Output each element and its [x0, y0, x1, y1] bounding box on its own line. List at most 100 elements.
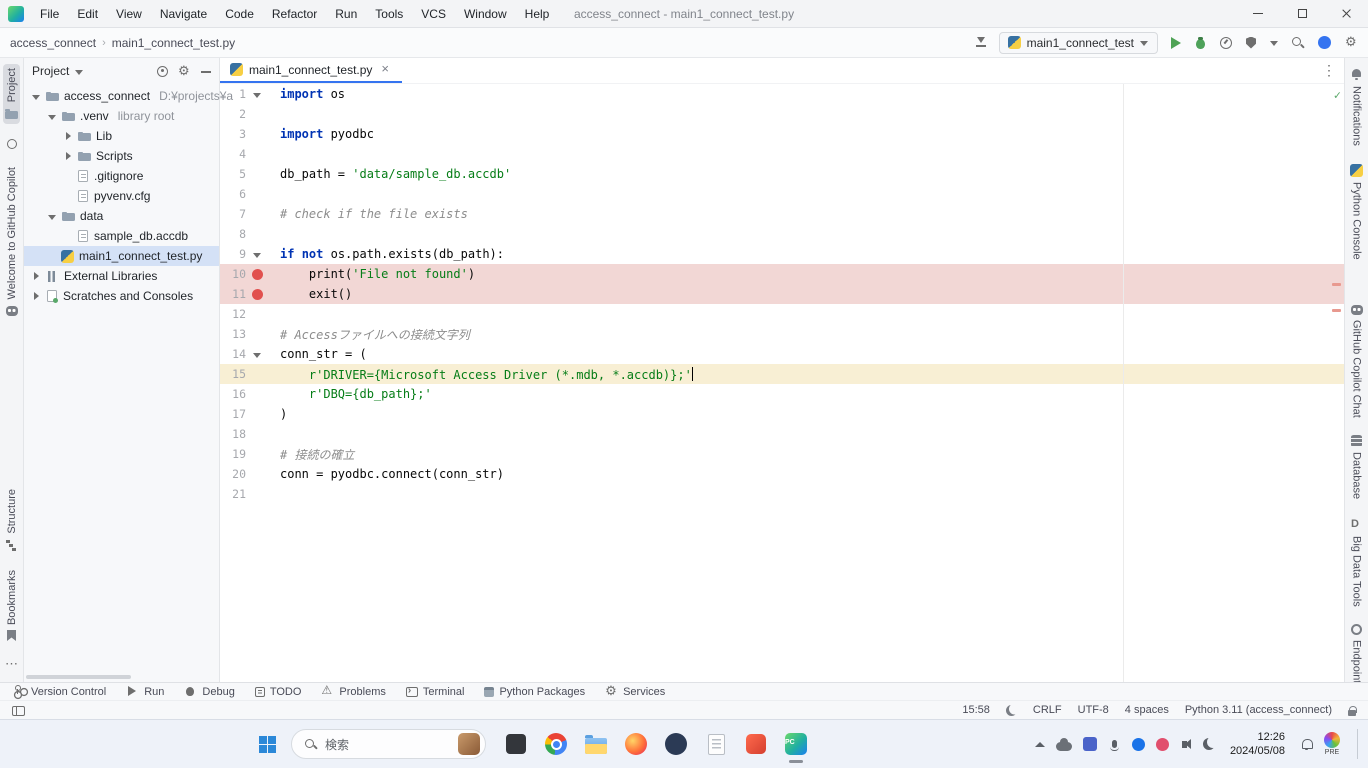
- cloud-icon[interactable]: [1056, 742, 1072, 751]
- code-line-18[interactable]: 18: [220, 424, 1344, 444]
- code-line-9[interactable]: 9if not os.path.exists(db_path):: [220, 244, 1344, 264]
- tree-item-access-connect[interactable]: access_connectD:¥projects¥a: [24, 86, 219, 106]
- chev-r-icon[interactable]: [32, 292, 41, 301]
- chev-r-icon[interactable]: [64, 132, 73, 141]
- taskbar-app-firefox[interactable]: [624, 732, 648, 756]
- tree-item-gitignore[interactable]: .gitignore: [24, 166, 219, 186]
- recorder-tray-item[interactable]: PRE: [1324, 732, 1340, 756]
- menu-run[interactable]: Run: [327, 3, 365, 25]
- tree-item-lib[interactable]: Lib: [24, 126, 219, 146]
- tool-button-debug[interactable]: Debug: [184, 685, 234, 698]
- taskbar-app-notepad[interactable]: [704, 732, 728, 756]
- taskbar-clock[interactable]: 12:26 2024/05/08: [1230, 730, 1285, 759]
- breakpoint-stripe-mark[interactable]: [1332, 309, 1341, 312]
- tool-stripe-commit[interactable]: [5, 134, 19, 153]
- tool-button-todo[interactable]: TODO: [255, 686, 302, 698]
- select-opened-file-icon[interactable]: [157, 66, 168, 77]
- gear-icon[interactable]: [178, 65, 191, 78]
- tree-item-pyvenv-cfg[interactable]: pyvenv.cfg: [24, 186, 219, 206]
- tool-stripe-more[interactable]: [3, 655, 20, 676]
- tool-button-python-packages[interactable]: Python Packages: [484, 686, 585, 698]
- tree-item-main1-connect-test-py[interactable]: main1_connect_test.py: [24, 246, 219, 266]
- hide-panel-icon[interactable]: [201, 66, 211, 76]
- night-light-icon[interactable]: [1203, 738, 1215, 750]
- speaker-icon[interactable]: [1182, 741, 1187, 748]
- coverage-icon[interactable]: [1246, 37, 1256, 49]
- close-tab-icon[interactable]: [380, 64, 392, 76]
- tree-item-external-libraries[interactable]: External Libraries: [24, 266, 219, 286]
- profile-icon[interactable]: [1220, 37, 1232, 49]
- lock-icon[interactable]: [1348, 710, 1356, 716]
- chev-d-icon[interactable]: [253, 90, 262, 99]
- start-button[interactable]: [255, 732, 279, 756]
- tool-button-terminal[interactable]: Terminal: [406, 686, 465, 698]
- code-editor[interactable]: 1import os23import pyodbc45db_path = 'da…: [220, 84, 1344, 682]
- menu-edit[interactable]: Edit: [69, 3, 106, 25]
- taskbar-app-app-dark[interactable]: [504, 732, 528, 756]
- menu-window[interactable]: Window: [456, 3, 515, 25]
- notification-bell-icon[interactable]: [1300, 738, 1313, 751]
- chev-r-icon[interactable]: [32, 272, 41, 281]
- code-line-20[interactable]: 20conn = pyodbc.connect(conn_str): [220, 464, 1344, 484]
- tree-item-scratches-and-consoles[interactable]: Scratches and Consoles: [24, 286, 219, 306]
- menu-vcs[interactable]: VCS: [413, 3, 454, 25]
- taskbar-search-box[interactable]: 検索: [291, 729, 486, 759]
- power-save-icon[interactable]: [1006, 705, 1017, 716]
- code-line-3[interactable]: 3import pyodbc: [220, 124, 1344, 144]
- chev-d-icon[interactable]: [1270, 38, 1279, 47]
- tree-item-sample-db-accdb[interactable]: sample_db.accdb: [24, 226, 219, 246]
- code-line-10[interactable]: 10 print('File not found'): [220, 264, 1344, 284]
- breakpoint-icon[interactable]: [252, 269, 263, 280]
- chev-d-icon[interactable]: [48, 112, 57, 121]
- code-line-15[interactable]: 15 r'DRIVER={Microsoft Access Driver (*.…: [220, 364, 1344, 384]
- tab-main1-connect-test-py[interactable]: main1_connect_test.py: [220, 58, 402, 83]
- run-config-selector[interactable]: main1_connect_test: [999, 32, 1158, 54]
- tool-button-version-control[interactable]: Version Control: [14, 685, 106, 698]
- horizontal-scrollbar[interactable]: [26, 675, 131, 679]
- code-line-16[interactable]: 16 r'DBQ={db_path};': [220, 384, 1344, 404]
- chev-d-icon[interactable]: [32, 92, 41, 101]
- tool-stripe-welcome-to-github-copilot[interactable]: Welcome to GitHub Copilot: [4, 163, 20, 319]
- breadcrumb-main1-connect-test-py[interactable]: main1_connect_test.py: [112, 36, 235, 50]
- indent-indicator[interactable]: 4 spaces: [1125, 704, 1169, 716]
- breadcrumb-access-connect[interactable]: access_connect: [10, 36, 96, 50]
- code-line-14[interactable]: 14conn_str = (: [220, 344, 1344, 364]
- code-line-8[interactable]: 8: [220, 224, 1344, 244]
- menu-refactor[interactable]: Refactor: [264, 3, 325, 25]
- debug-icon[interactable]: [1195, 36, 1206, 49]
- tree-item-data[interactable]: data: [24, 206, 219, 226]
- tool-button-run[interactable]: Run: [126, 685, 164, 698]
- menu-help[interactable]: Help: [517, 3, 558, 25]
- taskbar-app-app-red[interactable]: [744, 732, 768, 756]
- app-pink-icon[interactable]: [1156, 738, 1169, 751]
- tool-stripe-bookmarks[interactable]: Bookmarks: [4, 566, 20, 645]
- chev-d-icon[interactable]: [253, 250, 262, 259]
- inspections-ok-icon[interactable]: [1334, 88, 1341, 102]
- code-line-1[interactable]: 1import os: [220, 84, 1344, 104]
- interpreter-indicator[interactable]: Python 3.11 (access_connect): [1185, 704, 1332, 716]
- close-button[interactable]: [1324, 0, 1368, 27]
- chevron-up-icon[interactable]: [1035, 741, 1045, 748]
- tool-stripe-structure[interactable]: Structure: [3, 485, 20, 556]
- tool-stripe-python-console[interactable]: Python Console: [1348, 160, 1365, 264]
- show-desktop-button[interactable]: [1357, 729, 1358, 759]
- chev-r-icon[interactable]: [64, 152, 73, 161]
- menu-file[interactable]: File: [32, 3, 67, 25]
- code-line-19[interactable]: 19# 接続の確立: [220, 444, 1344, 464]
- breakpoint-stripe-mark[interactable]: [1332, 283, 1341, 286]
- tool-stripe-database[interactable]: Database: [1349, 431, 1365, 503]
- tree-item-venv[interactable]: .venvlibrary root: [24, 106, 219, 126]
- teams-icon[interactable]: [1083, 737, 1097, 751]
- tool-stripe-github-copilot-chat[interactable]: GitHub Copilot Chat: [1349, 300, 1365, 422]
- taskbar-app-chrome[interactable]: [544, 732, 568, 756]
- chev-d-icon[interactable]: [253, 350, 262, 359]
- menu-tools[interactable]: Tools: [367, 3, 411, 25]
- code-line-11[interactable]: 11 exit(): [220, 284, 1344, 304]
- code-line-4[interactable]: 4: [220, 144, 1344, 164]
- chev-d-icon[interactable]: [48, 212, 57, 221]
- tool-stripe-notifications[interactable]: Notifications: [1348, 64, 1365, 150]
- taskbar-app-pycharm[interactable]: [784, 732, 808, 756]
- taskbar-app-explorer[interactable]: [584, 732, 608, 756]
- layout-icon[interactable]: [12, 706, 25, 716]
- play-icon[interactable]: [1170, 37, 1181, 49]
